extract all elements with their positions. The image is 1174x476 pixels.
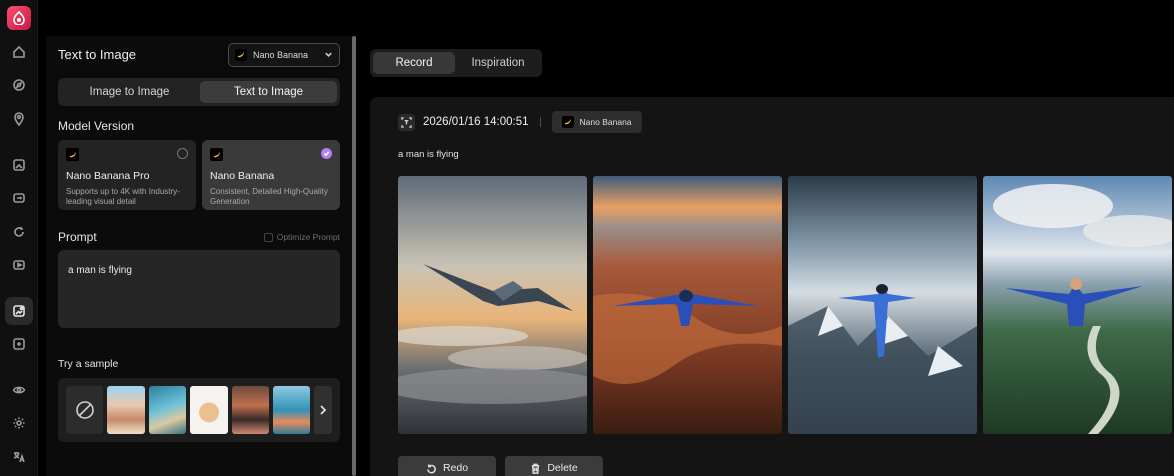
panel-title: Text to Image [58,47,137,62]
optimize-prompt-toggle[interactable]: Optimize Prompt [263,232,340,242]
model-select-value: Nano Banana [253,50,309,60]
sample-thumbnail[interactable] [107,386,145,434]
home-icon[interactable] [5,38,33,66]
result-image[interactable] [398,176,587,434]
image-plus-icon[interactable] [5,330,33,358]
record-header: 2026/01/16 14:00:51 Nano Banana [398,110,642,134]
prompt-input[interactable]: a man is flying [58,250,340,328]
compass-icon[interactable] [5,71,33,99]
record-timestamp: 2026/01/16 14:00:51 [423,116,529,128]
prompt-label: Prompt [58,230,97,244]
sample-thumbnail[interactable] [148,386,187,434]
model-version-label: Model Version [58,119,135,133]
banana-icon [210,148,223,161]
banana-icon [235,49,247,61]
refresh-image-icon[interactable] [5,218,33,246]
settings-icon[interactable] [5,409,33,437]
model-card-desc: Consistent, Detailed High-Quality Genera… [210,187,328,206]
banana-icon [561,116,574,128]
tab-inspiration[interactable]: Inspiration [457,52,539,74]
location-icon[interactable] [5,105,33,133]
check-icon[interactable] [321,148,332,159]
model-card-nano-banana[interactable]: Nano Banana Consistent, Detailed High-Qu… [202,140,340,210]
mode-image-to-image[interactable]: Image to Image [61,81,198,103]
main-tabs: Record Inspiration [370,49,542,77]
sample-thumbnail[interactable] [190,386,228,434]
image-edit-icon[interactable] [5,151,33,179]
trash-icon [532,463,540,474]
optimize-prompt-label: Optimize Prompt [276,232,340,242]
radio-icon[interactable] [177,148,188,159]
result-image[interactable] [788,176,977,434]
panel-scrollbar[interactable] [352,36,356,476]
chevron-down-icon [324,46,333,64]
tab-record[interactable]: Record [373,52,455,74]
banana-icon [66,148,79,161]
result-image[interactable] [983,176,1172,434]
left-rail [0,0,38,476]
text-to-image-icon [398,113,415,131]
video-icon[interactable] [5,251,33,279]
text-to-image-icon[interactable] [5,297,33,325]
delete-label: Delete [547,462,578,474]
app-logo-icon[interactable] [7,6,31,30]
sample-label: Try a sample [58,358,119,370]
record-card: 2026/01/16 14:00:51 Nano Banana a man is… [370,97,1174,476]
sample-thumbnail[interactable] [231,386,269,434]
model-chip: Nano Banana [551,111,642,133]
chevron-right-icon[interactable] [314,386,332,434]
sample-thumbnail[interactable] [272,386,311,434]
delete-button[interactable]: Delete [505,456,603,476]
model-chip-label: Nano Banana [579,117,632,127]
result-image[interactable] [593,176,782,434]
model-select-dropdown[interactable]: Nano Banana [228,43,340,67]
mode-text-to-image[interactable]: Text to Image [200,81,337,103]
prompt-value: a man is flying [68,265,132,276]
model-card-title: Nano Banana [210,170,275,182]
redo-label: Redo [442,462,469,474]
settings-panel: Text to Image Nano Banana Image to Image… [46,36,352,476]
result-images [398,176,1172,434]
image-swap-icon[interactable] [5,184,33,212]
model-card-desc: Supports up to 4K with Industry-leading … [66,187,180,206]
model-card-title: Nano Banana Pro [66,170,150,182]
eye-icon[interactable] [5,376,33,404]
redo-button[interactable]: Redo [398,456,496,476]
sample-strip [58,378,340,442]
redo-icon [427,463,436,473]
no-sample-icon[interactable] [66,386,104,434]
checkbox-icon[interactable] [263,232,273,242]
translate-icon[interactable] [5,443,33,471]
model-card-nano-banana-pro[interactable]: Nano Banana Pro Supports up to 4K with I… [58,140,196,210]
mode-switch: Image to Image Text to Image [58,78,340,106]
record-prompt: a man is flying [398,149,459,160]
divider [539,117,541,127]
